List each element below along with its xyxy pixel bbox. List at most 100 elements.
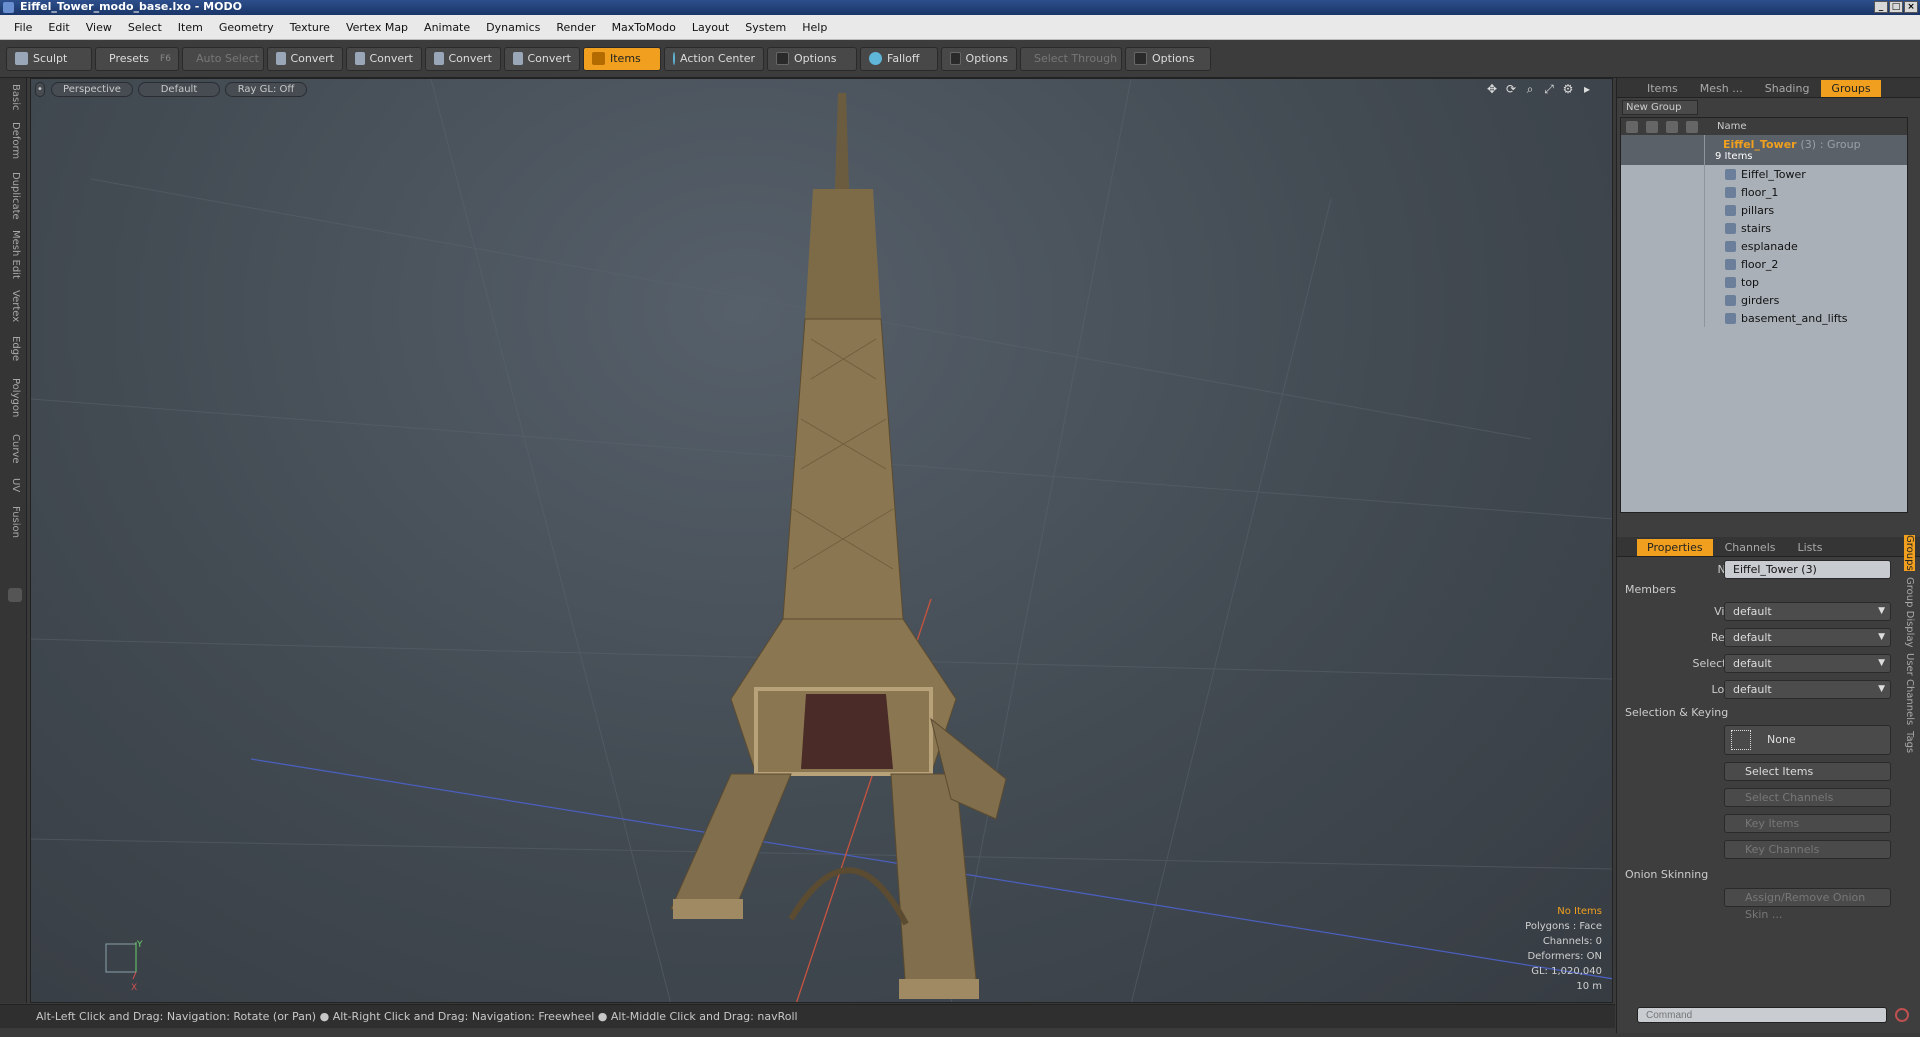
tree-row[interactable]: Eiffel_Tower <box>1621 165 1907 183</box>
locked-dropdown[interactable]: default ▼ <box>1724 680 1891 699</box>
3d-viewport[interactable]: Y X • Perspective Default Ray GL: Off ✥ … <box>30 78 1613 1003</box>
tree-row[interactable]: stairs <box>1621 219 1907 237</box>
group-row[interactable]: Eiffel_Tower (3) : Group 9 Items <box>1621 135 1907 165</box>
convert-button-4[interactable]: Convert <box>504 46 580 71</box>
eiffel-tower-model[interactable] <box>670 93 1007 999</box>
convert-button-3[interactable]: Convert <box>425 46 501 71</box>
falloff-options-button[interactable]: Options <box>941 46 1017 71</box>
tab-lists[interactable]: Lists <box>1788 539 1833 556</box>
menu-render[interactable]: Render <box>548 21 603 34</box>
pan-icon[interactable]: ✥ <box>1485 82 1499 96</box>
menu-dynamics[interactable]: Dynamics <box>478 21 548 34</box>
menu-geometry[interactable]: Geometry <box>211 21 282 34</box>
items-mode-button[interactable]: Items <box>583 46 661 71</box>
tree-row[interactable]: floor_1 <box>1621 183 1907 201</box>
settings-gear-icon[interactable]: ⚙ <box>1561 82 1575 96</box>
tab-deform[interactable]: Deform <box>4 122 21 159</box>
tree-row[interactable]: girders <box>1621 291 1907 309</box>
action-center-button[interactable]: Action Center <box>664 46 764 71</box>
tab-mesh-edit[interactable]: Mesh Edit <box>4 230 21 279</box>
selection-keying-section[interactable]: Selection & Keying <box>1625 706 1728 719</box>
tree-row[interactable]: basement_and_lifts <box>1621 309 1907 327</box>
tab-basic[interactable]: Basic <box>4 84 21 110</box>
side-tab-groups[interactable]: Groups <box>1904 535 1915 571</box>
tab-vertex[interactable]: Vertex <box>4 290 21 322</box>
items-icon <box>592 52 605 65</box>
side-tab-group-display[interactable]: Group Display <box>1904 577 1915 647</box>
viewport-menu-toggle[interactable]: • <box>35 82 45 97</box>
sculpt-button[interactable]: Sculpt <box>6 46 92 71</box>
render-dropdown[interactable]: default ▼ <box>1724 628 1891 647</box>
convert-button-1[interactable]: Convert <box>267 46 343 71</box>
rotate-icon[interactable]: ⟳ <box>1504 82 1518 96</box>
tab-shading[interactable]: Shading <box>1755 80 1820 97</box>
menu-texture[interactable]: Texture <box>282 21 338 34</box>
onion-skinning-section[interactable]: Onion Skinning <box>1625 868 1708 881</box>
group-name-field[interactable]: Eiffel_Tower (3) <box>1724 560 1891 579</box>
select-items-button[interactable]: Select Items <box>1724 762 1891 781</box>
tab-polygon[interactable]: Polygon <box>4 378 21 417</box>
key-channels-button[interactable]: Key Channels <box>1724 840 1891 859</box>
deformers-status: Deformers: ON <box>1527 951 1602 962</box>
menu-maxtomodo[interactable]: MaxToModo <box>604 21 684 34</box>
menu-select[interactable]: Select <box>120 21 170 34</box>
maximize-button[interactable]: □ <box>1889 1 1903 13</box>
action-center-options-button[interactable]: Options <box>767 46 857 71</box>
select-column-icon[interactable] <box>1666 120 1678 133</box>
record-macro-icon[interactable] <box>1895 1008 1909 1022</box>
tab-curve[interactable]: Curve <box>4 434 21 464</box>
tab-properties[interactable]: Properties <box>1637 539 1713 556</box>
assign-onion-skin-button[interactable]: Assign/Remove Onion Skin ... <box>1724 888 1891 921</box>
tab-fusion[interactable]: Fusion <box>4 506 21 538</box>
auto-select-button[interactable]: Auto Select <box>182 46 264 71</box>
tree-row[interactable]: esplanade <box>1621 237 1907 255</box>
mesh-icon <box>1725 294 1736 306</box>
selectable-dropdown[interactable]: default ▼ <box>1724 654 1891 673</box>
tab-mesh[interactable]: Mesh ... <box>1690 80 1753 97</box>
menu-view[interactable]: View <box>78 21 120 34</box>
visible-dropdown[interactable]: default ▼ <box>1724 602 1891 621</box>
convert-button-2[interactable]: Convert <box>346 46 422 71</box>
tab-edge[interactable]: Edge <box>4 336 21 361</box>
menu-vertex-map[interactable]: Vertex Map <box>338 21 416 34</box>
command-input[interactable] <box>1637 1007 1887 1023</box>
tree-row[interactable]: pillars <box>1621 201 1907 219</box>
menu-edit[interactable]: Edit <box>40 21 77 34</box>
select-channels-button[interactable]: Select Channels <box>1724 788 1891 807</box>
tab-items[interactable]: Items <box>1637 80 1688 97</box>
zoom-icon[interactable]: ⌕ <box>1523 82 1537 96</box>
tab-channels[interactable]: Channels <box>1715 539 1786 556</box>
side-tab-user-channels[interactable]: User Channels <box>1904 653 1915 725</box>
menu-layout[interactable]: Layout <box>684 21 737 34</box>
members-section[interactable]: Members <box>1625 583 1676 596</box>
menu-file[interactable]: File <box>6 21 40 34</box>
view-type-dropdown[interactable]: Perspective <box>51 82 133 97</box>
maximize-viewport-icon[interactable]: ⤢ <box>1542 82 1556 96</box>
tab-duplicate[interactable]: Duplicate <box>4 172 21 220</box>
presets-button[interactable]: Presets F6 <box>95 46 179 71</box>
render-column-icon[interactable] <box>1646 120 1658 133</box>
expand-arrow-icon[interactable]: ▸ <box>1580 82 1594 96</box>
minimize-button[interactable]: _ <box>1874 1 1888 13</box>
select-through-button[interactable]: Select Through <box>1020 46 1122 71</box>
shading-dropdown[interactable]: Default <box>138 82 220 97</box>
falloff-button[interactable]: Falloff <box>860 46 938 71</box>
visibility-column-icon[interactable] <box>1626 120 1638 133</box>
close-button[interactable]: × <box>1904 1 1918 13</box>
none-preset-button[interactable]: None <box>1724 725 1891 755</box>
raygl-toggle[interactable]: Ray GL: Off <box>225 82 307 97</box>
side-tab-tags[interactable]: Tags <box>1904 731 1915 753</box>
menu-animate[interactable]: Animate <box>416 21 478 34</box>
menu-item[interactable]: Item <box>170 21 211 34</box>
menu-system[interactable]: System <box>737 21 794 34</box>
select-through-options-button[interactable]: Options <box>1125 46 1211 71</box>
menu-help[interactable]: Help <box>794 21 835 34</box>
tree-row[interactable]: top <box>1621 273 1907 291</box>
tab-groups[interactable]: Groups <box>1821 80 1881 97</box>
toolbox-toggle-button[interactable] <box>8 588 22 602</box>
tree-row[interactable]: floor_2 <box>1621 255 1907 273</box>
lock-column-icon[interactable] <box>1686 120 1698 133</box>
key-items-button[interactable]: Key Items <box>1724 814 1891 833</box>
tab-uv[interactable]: UV <box>4 478 21 492</box>
new-group-button[interactable]: New Group <box>1622 100 1698 115</box>
